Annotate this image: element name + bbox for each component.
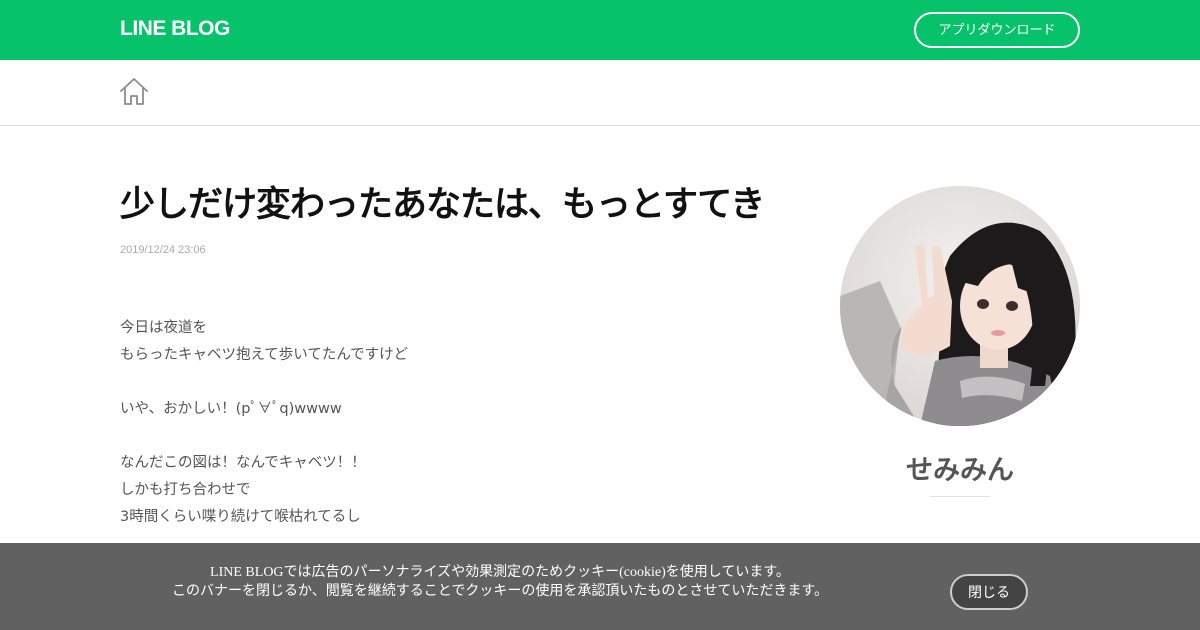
article-line: 今日は夜道を [120,320,207,336]
author-name[interactable]: せみみん [840,448,1080,487]
home-icon[interactable] [119,77,149,107]
cookie-banner: LINE BLOGでは広告のパーソナライズや効果測定のためクッキー(cookie… [0,543,1200,630]
top-header: LINE BLOG アプリダウンロード [0,0,1200,60]
article-line: しかも打ち合わせで [120,482,251,498]
article-line: 3時間くらい喋り続けて喉枯れてるし [120,509,361,525]
sub-navigation [0,60,1200,126]
article-line: もらったキャベツ抱えて歩いてたんですけど [120,347,409,363]
cookie-message: LINE BLOGでは広告のパーソナライズや効果測定のためクッキー(cookie… [100,563,900,601]
article-line: なんだこの図は！なんでキャベツ！！ [120,455,366,471]
article-line [120,369,780,396]
cookie-message-line: このバナーを閉じるか、閲覧を継続することでクッキーの使用を承認頂いたものとさせて… [172,584,828,599]
line-blog-logo[interactable]: LINE BLOG [120,16,230,42]
cookie-message-line: LINE BLOGでは広告のパーソナライズや効果測定のためクッキー(cookie… [210,565,790,580]
article-line: いや、おかしい！(pﾟ∀ﾟq)wwww [120,401,342,417]
article-date: 2019/12/24 23:06 [120,244,206,256]
close-cookie-button[interactable]: 閉じる [950,574,1028,610]
avatar-photo [840,186,1080,426]
article-line [120,423,780,450]
app-download-button[interactable]: アプリダウンロード [914,12,1080,48]
article-body: 今日は夜道を もらったキャベツ抱えて歩いてたんですけど いや、おかしい！(pﾟ∀… [120,315,780,531]
author-avatar[interactable] [840,186,1080,426]
author-divider [930,496,990,497]
article-title: 少しだけ変わったあなたは、もっとすてき [120,185,765,225]
